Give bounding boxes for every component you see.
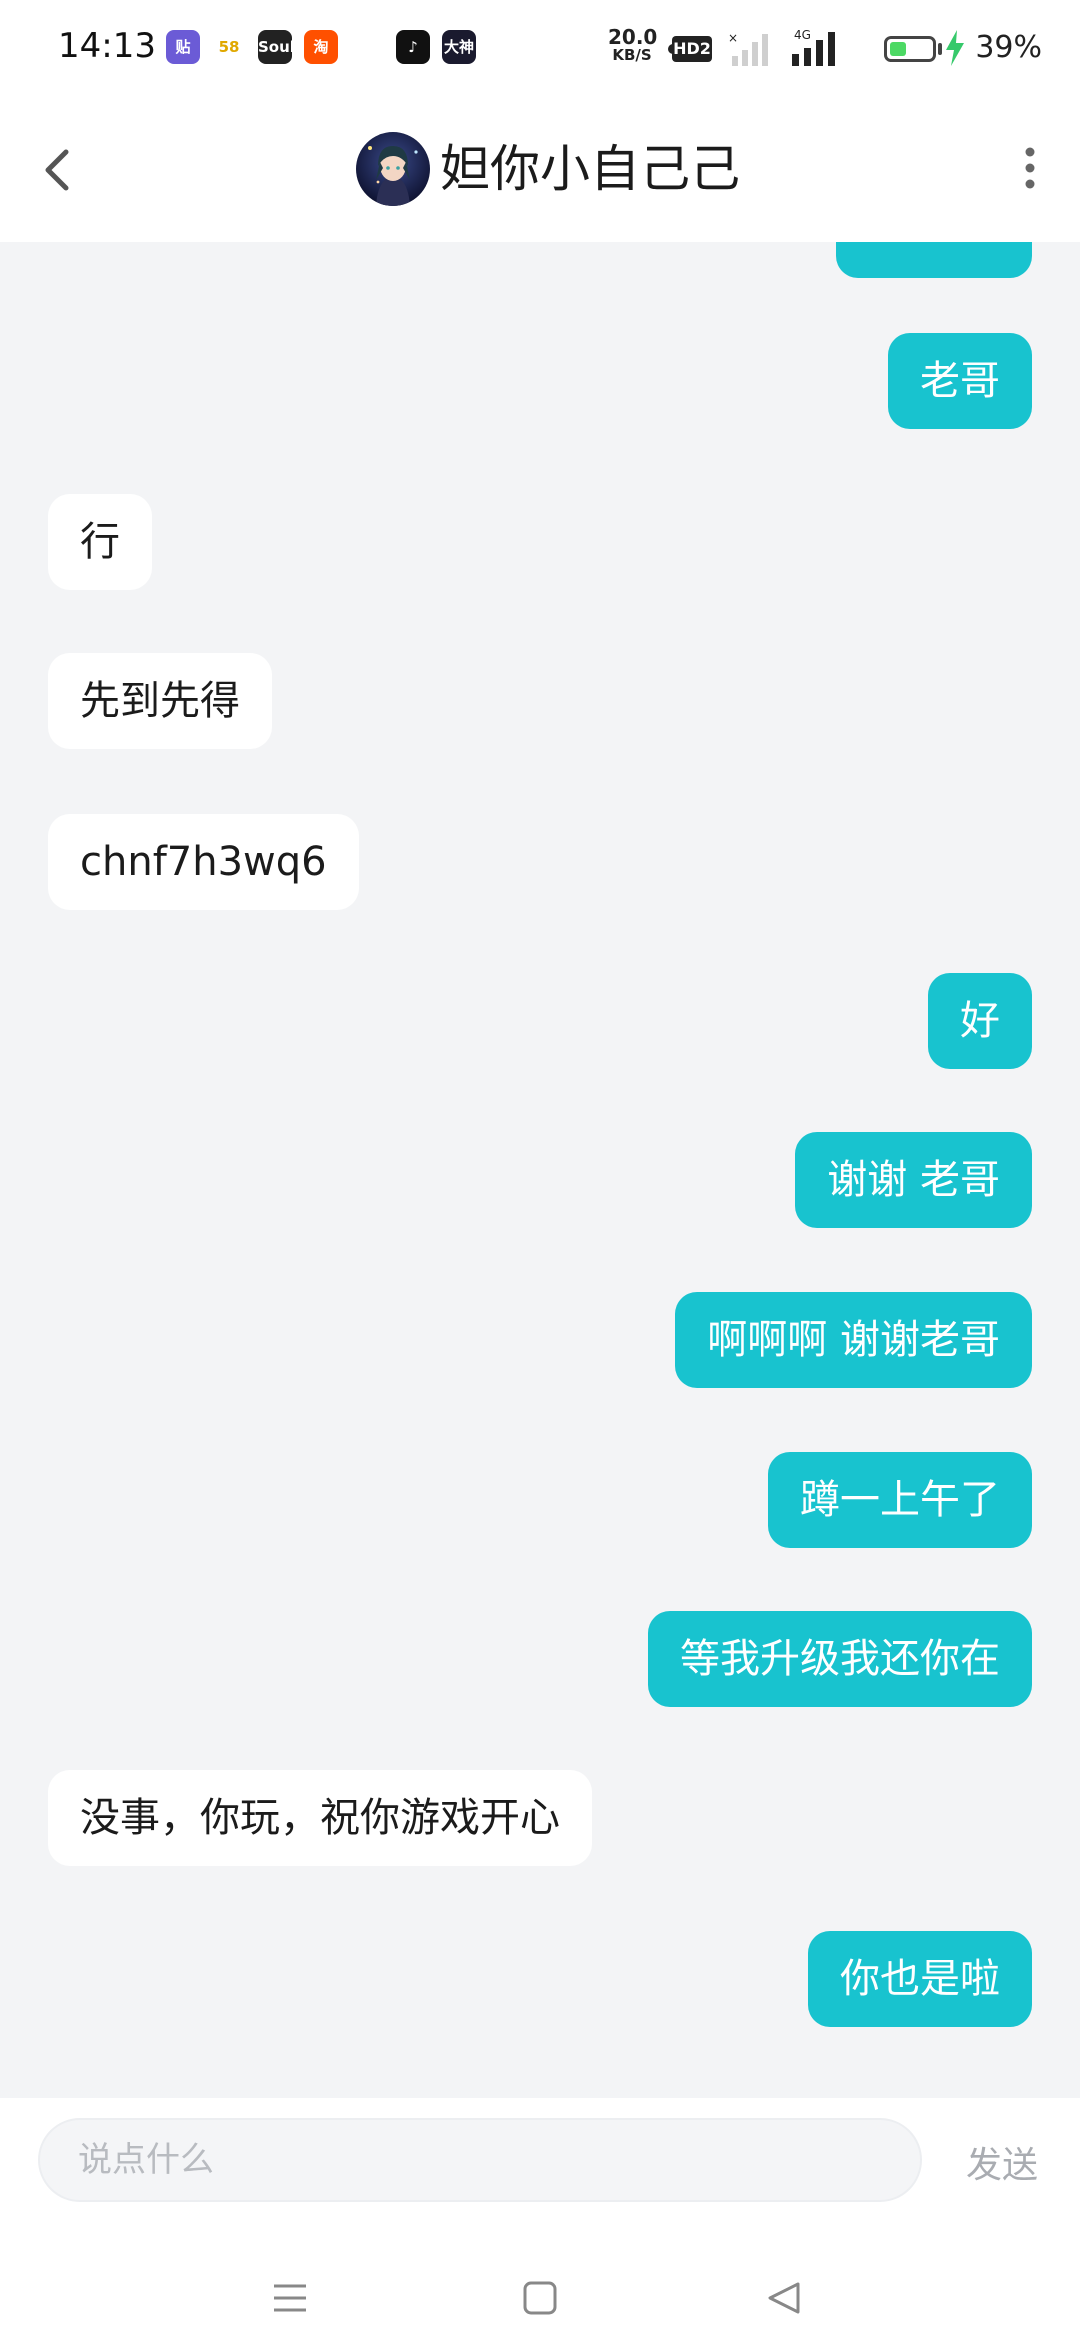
incoming-message[interactable]: 行 xyxy=(48,494,152,590)
menu-icon[interactable] xyxy=(270,2278,310,2318)
network-speed-unit: KB/S xyxy=(612,46,652,64)
input-bar: 发送 xyxy=(0,2098,1080,2340)
tieba-icon: 贴 xyxy=(166,30,200,64)
incoming-message[interactable]: chnf7h3wq6 xyxy=(48,814,359,910)
weibo-icon xyxy=(350,30,384,64)
network-speed-value: 20.0 xyxy=(608,25,658,49)
battery-cap xyxy=(938,43,942,55)
send-button[interactable]: 发送 xyxy=(966,2136,1038,2188)
avatar[interactable] xyxy=(356,132,430,206)
outgoing-message[interactable]: 啊啊啊 谢谢老哥 xyxy=(675,1292,1032,1388)
chat-title: 妲你小自己己 xyxy=(440,140,740,198)
chat-header: 妲你小自己己 xyxy=(0,96,1080,242)
outgoing-message[interactable]: 蹲一上午了 xyxy=(768,1452,1032,1548)
avatar-image xyxy=(356,132,430,206)
dashen-icon: 大神 xyxy=(442,30,476,64)
outgoing-message[interactable]: 等我升级我还你在 xyxy=(648,1611,1032,1707)
message-list[interactable]: 老哥行先到先得 chnf7h3wq6 好谢谢 老哥啊啊啊 谢谢老哥蹲一上午了等我升级… xyxy=(0,242,1080,2098)
charging-icon xyxy=(946,30,964,66)
more-icon[interactable] xyxy=(1010,142,1050,194)
incoming-message[interactable]: 先到先得 xyxy=(48,653,272,749)
outgoing-message[interactable]: 好 xyxy=(928,973,1032,1069)
outgoing-message[interactable]: 你也是啦 xyxy=(808,1931,1032,2027)
battery-percent: 39% xyxy=(975,30,1042,65)
battery-icon xyxy=(884,36,936,62)
tiktok-icon: ♪ xyxy=(396,30,430,64)
app-58-icon: 58 xyxy=(212,30,246,64)
message-bubble-partial xyxy=(836,242,1032,278)
message-input[interactable] xyxy=(38,2118,922,2202)
outgoing-message[interactable]: 老哥 xyxy=(888,333,1032,429)
svg-text:×: × xyxy=(728,32,738,45)
back-nav-icon[interactable] xyxy=(764,2278,804,2318)
outgoing-message[interactable]: 谢谢 老哥 xyxy=(795,1132,1032,1228)
system-nav-bar xyxy=(0,2238,1080,2338)
status-bar: 14:13 贴 58 Soul 淘 ♪ 大神 20.0 KB/S HD2 × 4G xyxy=(0,0,1080,96)
home-icon[interactable] xyxy=(520,2278,560,2318)
network-speed: 20.0 KB/S xyxy=(608,25,658,64)
signal-sim1-icon: × xyxy=(728,32,768,66)
battery-fill xyxy=(890,42,906,56)
incoming-message[interactable]: 没事，你玩，祝你游戏开心 xyxy=(48,1770,592,1866)
hd-badge: HD2 xyxy=(672,36,712,62)
signal-sim2-icon: 4G xyxy=(792,28,835,66)
status-time: 14:13 xyxy=(58,26,156,66)
soul-icon: Soul xyxy=(258,30,295,64)
svg-text:4G: 4G xyxy=(794,28,811,42)
taobao-icon: 淘 xyxy=(304,30,338,64)
back-icon[interactable] xyxy=(36,140,80,200)
